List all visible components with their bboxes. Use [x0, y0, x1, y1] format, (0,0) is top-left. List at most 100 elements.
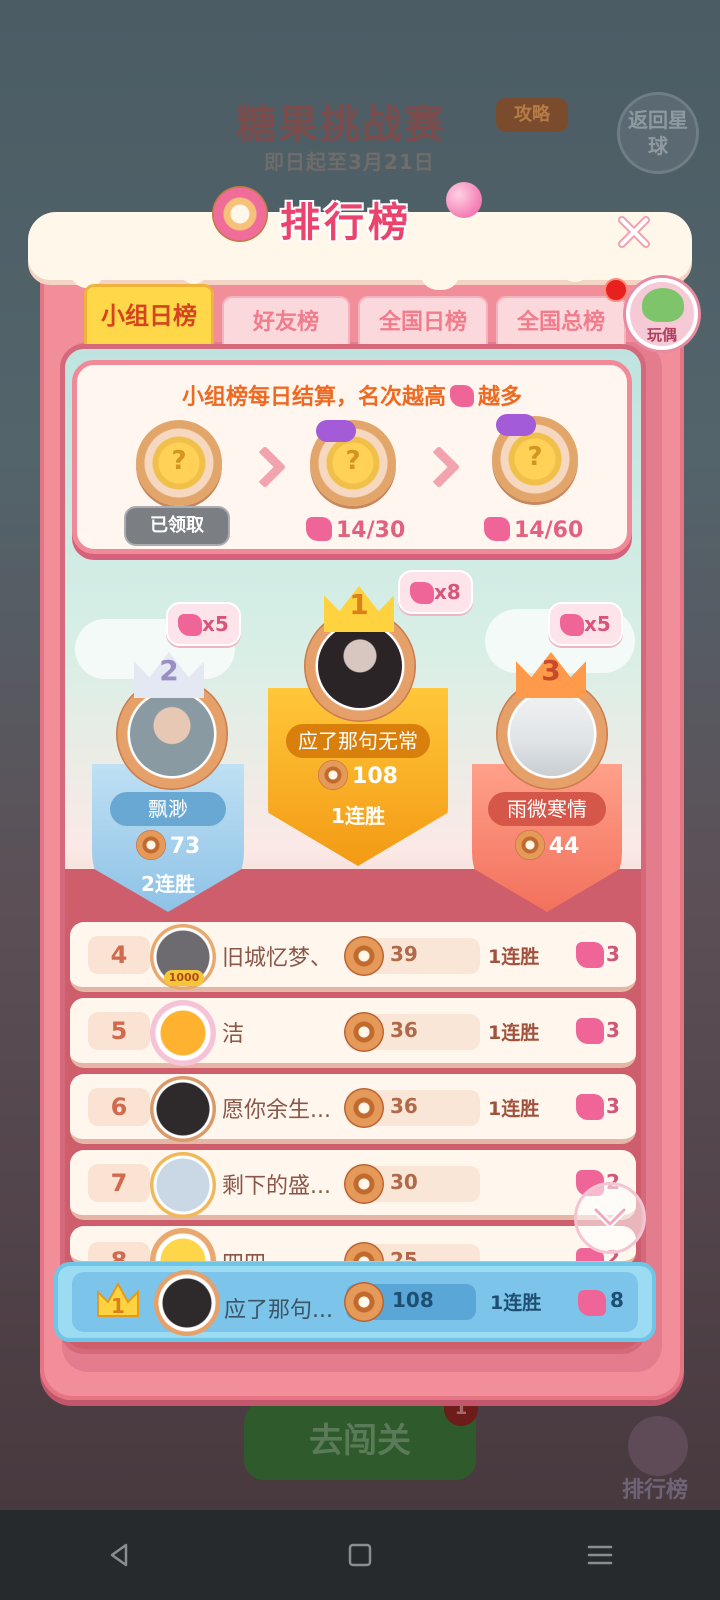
reward-title-text: 小组榜每日结算，名次越高	[181, 385, 446, 410]
panel-title-block: 排行榜	[196, 178, 516, 258]
toy-label: 玩偶	[646, 326, 677, 344]
puzzle-piece-icon	[578, 1290, 606, 1316]
avatar	[510, 692, 594, 776]
chevron-down-icon	[592, 1206, 628, 1228]
avatar	[150, 1000, 216, 1066]
avatar-frame-badge: 1000	[164, 970, 204, 986]
table-row[interactable]: 8 四四 25 2	[70, 1226, 636, 1266]
row-score: 30	[344, 1164, 480, 1204]
my-rank-number: 1	[111, 1294, 125, 1318]
reward-title: 小组榜每日结算，名次越高 越多	[77, 379, 627, 411]
podium-first-rank: 1	[349, 588, 369, 621]
puzzle-piece-icon	[484, 517, 510, 541]
donut-icon	[318, 760, 349, 790]
home-button[interactable]	[330, 1525, 390, 1585]
tab-group-daily[interactable]: 小组日榜	[84, 284, 214, 346]
donut-icon	[514, 830, 545, 860]
reward-progress-3: 14/60	[484, 516, 583, 546]
avatar	[150, 1228, 216, 1261]
table-row[interactable]: 7 剩下的盛... 30 2	[70, 1150, 636, 1220]
avatar	[318, 624, 402, 708]
lollipop-icon	[446, 182, 482, 218]
close-icon	[618, 216, 650, 248]
claimed-button[interactable]: 已领取	[124, 506, 230, 546]
row-streak: 1连胜	[488, 946, 540, 968]
tab-national-total[interactable]: 全国总榜	[496, 296, 626, 346]
podium-first-score: 108	[278, 760, 438, 792]
event-date: 即日起至3月21日	[264, 150, 435, 174]
frog-icon	[642, 288, 684, 322]
leaderboard-entry-button: 排行榜	[600, 1416, 710, 1506]
row-score: 39	[344, 936, 480, 976]
donut-icon	[344, 1012, 384, 1052]
table-row[interactable]: 4 1000 旧城忆梦、 39 1连胜 3	[70, 922, 636, 992]
row-name: 旧城忆梦、	[222, 946, 333, 971]
system-nav-bar	[0, 1510, 720, 1600]
podium-third-bonus: x5	[548, 602, 623, 646]
podium-first-bonus: x8	[398, 570, 473, 614]
tab-friends[interactable]: 好友榜	[222, 296, 350, 346]
my-pieces: 8	[610, 1288, 624, 1312]
puzzle-piece-icon	[576, 1018, 604, 1044]
scroll-down-button[interactable]	[574, 1182, 646, 1254]
donut-icon	[344, 1282, 384, 1322]
home-icon	[348, 1543, 372, 1567]
podium-third-score: 44	[480, 830, 614, 862]
event-title: 糖果挑战赛	[236, 102, 446, 148]
table-row[interactable]: 6 愿你余生... 36 1连胜 3	[70, 1074, 636, 1144]
puzzle-piece-icon	[560, 614, 584, 636]
row-streak: 1连胜	[488, 1098, 540, 1120]
podium-second-score: 73	[100, 830, 236, 862]
reward-title-text-end: 越多	[478, 385, 523, 410]
go-level-button: 去闯关	[244, 1402, 476, 1480]
my-rank-crown: 1	[94, 1280, 142, 1322]
my-avatar	[154, 1270, 220, 1336]
table-row[interactable]: 5 洁 36 1连胜 3	[70, 998, 636, 1068]
avatar	[150, 1076, 216, 1142]
reward-progress-2: 14/30	[306, 516, 405, 546]
puzzle-piece-icon	[306, 517, 332, 541]
avatar	[150, 1152, 216, 1218]
my-name: 应了那句...	[224, 1298, 333, 1323]
row-rank: 7	[88, 1164, 150, 1202]
podium-second-name: 飘渺	[110, 792, 226, 826]
leaderboard-icon	[628, 1416, 688, 1476]
back-icon	[110, 1543, 128, 1567]
podium-second-streak: 2连胜	[141, 872, 195, 896]
podium-third-name: 雨微寒情	[488, 792, 606, 826]
menu-icon	[587, 1545, 613, 1565]
avatar	[130, 692, 214, 776]
row-streak: 1连胜	[488, 1022, 540, 1044]
puzzle-piece-icon	[410, 582, 434, 604]
back-button[interactable]	[90, 1525, 150, 1585]
guide-button: 攻略	[496, 98, 568, 132]
donut-icon	[212, 186, 268, 242]
notification-dot	[604, 278, 628, 302]
puzzle-piece-icon	[576, 1094, 604, 1120]
puzzle-piece-icon	[178, 614, 202, 636]
puzzle-piece-icon	[450, 385, 474, 407]
tab-national-daily[interactable]: 全国日榜	[358, 296, 488, 346]
toy-button[interactable]: 玩偶	[626, 278, 698, 350]
reward-chest-1[interactable]: ?	[136, 420, 222, 506]
my-score: 108	[344, 1282, 476, 1322]
row-name: 愿你余生...	[222, 1098, 331, 1123]
row-pieces: 3	[606, 942, 620, 966]
row-name: 剩下的盛...	[222, 1174, 331, 1199]
bow-icon	[496, 414, 536, 436]
podium-second-bonus: x5	[166, 602, 241, 646]
my-streak: 1连胜	[490, 1292, 542, 1314]
row-rank: 6	[88, 1088, 150, 1126]
bow-icon	[316, 420, 356, 442]
donut-icon	[344, 1088, 384, 1128]
close-button[interactable]	[614, 212, 654, 252]
row-name: 洁	[222, 1022, 245, 1047]
leaderboard-entry-label: 排行榜	[621, 1478, 688, 1503]
row-pieces: 3	[606, 1094, 620, 1118]
menu-button[interactable]	[570, 1525, 630, 1585]
row-rank: 4	[88, 936, 150, 974]
row-rank: 5	[88, 1012, 150, 1050]
donut-icon	[344, 1164, 384, 1204]
donut-icon	[135, 830, 166, 860]
row-score: 36	[344, 1012, 480, 1052]
